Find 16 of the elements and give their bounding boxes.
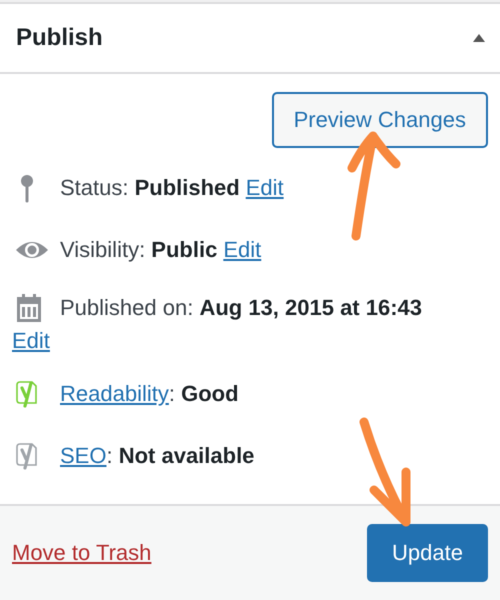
calendar-icon bbox=[14, 292, 44, 324]
date-text: Published on: Aug 13, 2015 at 16:43 bbox=[60, 295, 422, 321]
edit-link[interactable]: Edit bbox=[246, 175, 284, 201]
seo-link[interactable]: SEO bbox=[60, 443, 106, 469]
panel-title: Publish bbox=[16, 24, 103, 52]
readability-text: : Good bbox=[168, 381, 239, 407]
update-button[interactable]: Update bbox=[367, 524, 488, 582]
collapse-icon[interactable] bbox=[472, 33, 486, 43]
visibility-text: Visibility: Public bbox=[60, 237, 218, 263]
edit-link[interactable]: Edit bbox=[223, 237, 262, 263]
status-text: Status: Published bbox=[60, 175, 240, 201]
trash-link[interactable]: Move to Trash bbox=[12, 540, 152, 566]
readability-link[interactable]: Readability bbox=[60, 381, 169, 407]
edit-link[interactable]: Edit bbox=[12, 328, 50, 353]
seo-text: : Not available bbox=[106, 443, 254, 469]
preview-button[interactable]: Preview Changes bbox=[272, 92, 488, 148]
